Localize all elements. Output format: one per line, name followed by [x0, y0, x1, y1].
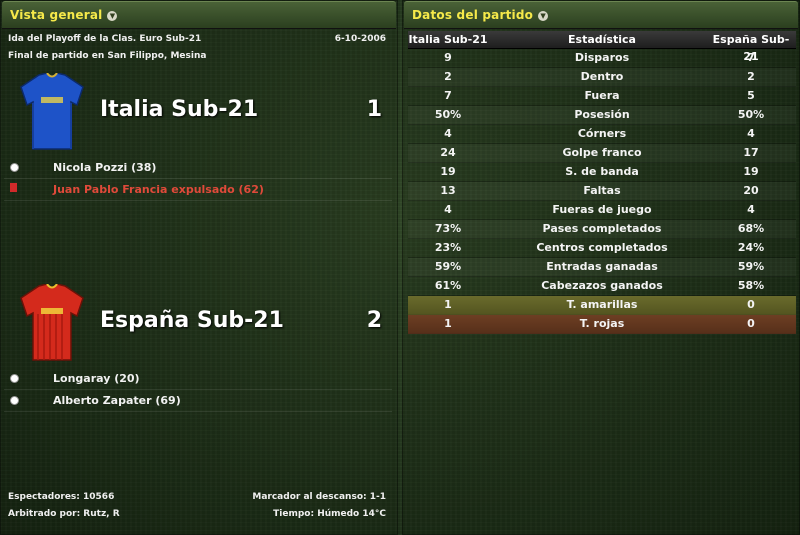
stat-row: 50% Posesión 50% — [408, 106, 796, 125]
stats-title: Datos del partido — [412, 8, 534, 22]
stats-table-header: Italia Sub-21 Estadística España Sub-21 — [408, 31, 796, 63]
stat-label: S. de banda — [565, 165, 639, 178]
event-row: Juan Pablo Francia expulsado (62) — [4, 179, 392, 201]
stat-home-value: 24 — [440, 146, 456, 159]
event-text: Longaray (20) — [53, 372, 140, 385]
stat-row: 4 Fueras de juego 4 — [408, 201, 796, 220]
stat-row: 7 Fuera 5 — [408, 87, 796, 106]
stat-home-value: 13 — [440, 184, 456, 197]
stat-row: 61% Cabezazos ganados 58% — [408, 277, 796, 296]
stat-away-value: 17 — [743, 146, 759, 159]
stats-header[interactable]: Datos del partido ▼ — [404, 1, 798, 29]
stat-label: Fuera — [584, 89, 620, 102]
red-card-icon — [10, 183, 17, 192]
stat-home-value: 1 — [444, 298, 452, 311]
event-text: Juan Pablo Francia expulsado (62) — [53, 183, 264, 196]
stat-away-value: 19 — [743, 165, 759, 178]
stat-row: 13 Faltas 20 — [408, 182, 796, 201]
competition-label: Ida del Playoff de la Clas. Euro Sub-21 — [8, 34, 202, 44]
stat-label: Disparos — [574, 51, 630, 64]
stat-label: T. amarillas — [566, 298, 638, 311]
stat-label: Pases completados — [542, 222, 662, 235]
ball-icon — [10, 163, 19, 172]
referee-label: Arbitrado por: Rutz, R — [8, 509, 120, 519]
stat-label: Entradas ganadas — [546, 260, 658, 273]
stat-row: 4 Córners 4 — [408, 125, 796, 144]
stat-away-value: 0 — [747, 317, 755, 330]
stat-home-value: 59% — [434, 260, 462, 273]
stat-label: Dentro — [580, 70, 624, 83]
stat-label: Posesión — [574, 108, 630, 121]
stat-away-value: 0 — [747, 298, 755, 311]
stat-home-value: 9 — [444, 51, 452, 64]
stat-label: Golpe franco — [562, 146, 642, 159]
stat-row: 9 Disparos 7 — [408, 49, 796, 68]
stat-home-value: 61% — [434, 279, 462, 292]
stat-away-value: 2 — [747, 70, 755, 83]
stat-label: Faltas — [583, 184, 621, 197]
ball-icon — [10, 374, 19, 383]
event-row: Nicola Pozzi (38) — [4, 157, 392, 179]
chevron-down-icon[interactable]: ▼ — [107, 10, 118, 21]
venue-label: Final de partido en San Filippo, Mesina — [8, 51, 207, 61]
overview-panel: Vista general ▼ Ida del Playoff de la Cl… — [0, 0, 398, 535]
attendance-label: Espectadores: 10566 — [8, 492, 115, 502]
event-text: Nicola Pozzi (38) — [53, 161, 157, 174]
stat-home-value: 4 — [444, 127, 452, 140]
stat-away-value: 24% — [737, 241, 765, 254]
stat-label: T. rojas — [579, 317, 625, 330]
stat-home-value: 2 — [444, 70, 452, 83]
stat-home-value: 23% — [434, 241, 462, 254]
stat-away-value: 50% — [737, 108, 765, 121]
overview-header[interactable]: Vista general ▼ — [2, 1, 396, 29]
halftime-score: Marcador al descanso: 1-1 — [252, 492, 386, 502]
stat-home-value: 19 — [440, 165, 456, 178]
stat-row: 1 T. rojas 0 — [408, 315, 796, 334]
stat-away-value: 59% — [737, 260, 765, 273]
match-date: 6-10-2006 — [334, 34, 386, 44]
stat-home-value: 1 — [444, 317, 452, 330]
stat-home-value: 50% — [434, 108, 462, 121]
stat-away-value: 4 — [747, 127, 755, 140]
header-stat: Estadística — [568, 33, 636, 46]
stat-row: 19 S. de banda 19 — [408, 163, 796, 182]
stat-row: 59% Entradas ganadas 59% — [408, 258, 796, 277]
away-team-name: España Sub-21 — [100, 308, 284, 333]
stat-label: Fueras de juego — [552, 203, 652, 216]
chevron-down-icon[interactable]: ▼ — [538, 10, 549, 21]
event-row: Alberto Zapater (69) — [4, 390, 392, 412]
weather-label: Tiempo: Húmedo 14°C — [273, 509, 386, 519]
ball-icon — [10, 396, 19, 405]
home-team-score: 1 — [366, 97, 382, 122]
stat-home-value: 7 — [444, 89, 452, 102]
stat-label: Córners — [577, 127, 627, 140]
stat-row: 1 T. amarillas 0 — [408, 296, 796, 315]
stat-away-value: 68% — [737, 222, 765, 235]
home-team-name: Italia Sub-21 — [100, 97, 259, 122]
away-shirt-icon — [20, 284, 84, 361]
stat-label: Centros completados — [536, 241, 668, 254]
stat-away-value: 58% — [737, 279, 765, 292]
event-row: Longaray (20) — [4, 368, 392, 390]
stat-row: 2 Dentro 2 — [408, 68, 796, 87]
stat-away-value: 4 — [747, 203, 755, 216]
header-home: Italia Sub-21 — [408, 33, 488, 46]
stat-row: 23% Centros completados 24% — [408, 239, 796, 258]
stat-home-value: 73% — [434, 222, 462, 235]
stat-away-value: 5 — [747, 89, 755, 102]
stat-away-value: 20 — [743, 184, 759, 197]
stat-home-value: 4 — [444, 203, 452, 216]
home-shirt-icon — [20, 73, 84, 150]
stat-away-value: 7 — [747, 51, 755, 64]
stat-row: 73% Pases completados 68% — [408, 220, 796, 239]
overview-title: Vista general — [10, 8, 103, 22]
away-team-score: 2 — [366, 308, 382, 333]
stat-row: 24 Golpe franco 17 — [408, 144, 796, 163]
stat-label: Cabezazos ganados — [541, 279, 663, 292]
event-text: Alberto Zapater (69) — [53, 394, 181, 407]
